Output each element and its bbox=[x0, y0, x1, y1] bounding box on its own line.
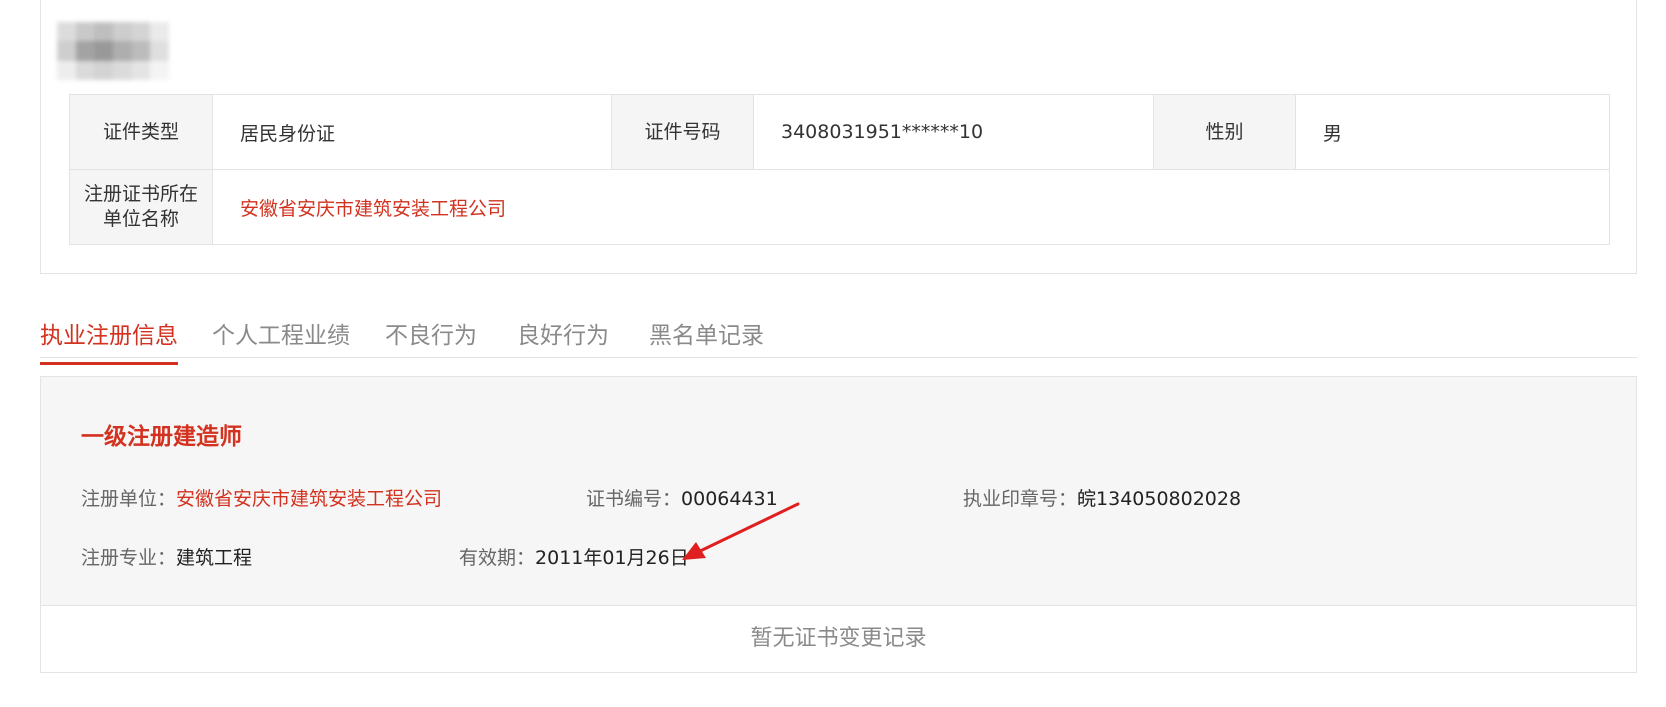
company-label: 注册证书所在 单位名称 bbox=[69, 169, 213, 245]
seal-number-field: 执业印章号：皖134050802028 bbox=[963, 484, 1241, 511]
validity-value: 2011年01月26日 bbox=[535, 547, 689, 569]
no-change-record-message: 暂无证书变更记录 bbox=[40, 606, 1637, 673]
profile-card: 证件类型 居民身份证 证件号码 3408031951******10 性别 男 … bbox=[40, 0, 1637, 274]
registration-panel: 一级注册建造师 注册单位：安徽省安庆市建筑安装工程公司 证书编号：0006443… bbox=[40, 376, 1637, 606]
page-root: 证件类型 居民身份证 证件号码 3408031951******10 性别 男 … bbox=[0, 0, 1666, 707]
id-number-label: 证件号码 bbox=[611, 94, 754, 170]
cert-number-field: 证书编号：00064431 bbox=[586, 484, 778, 511]
tab-blacklist[interactable]: 黑名单记录 bbox=[649, 316, 764, 362]
tab-bad-behavior[interactable]: 不良行为 bbox=[385, 316, 477, 362]
id-type-value: 居民身份证 bbox=[212, 94, 612, 170]
tab-registration-info[interactable]: 执业注册信息 bbox=[40, 316, 178, 365]
registered-unit-link[interactable]: 安徽省安庆市建筑安装工程公司 bbox=[176, 488, 442, 510]
tab-bar: 执业注册信息 个人工程业绩 不良行为 良好行为 黑名单记录 bbox=[40, 308, 1637, 365]
registered-unit-label: 注册单位： bbox=[81, 488, 177, 510]
gender-value: 男 bbox=[1295, 94, 1610, 170]
company-label-line2: 单位名称 bbox=[102, 208, 179, 230]
profile-info-table: 证件类型 居民身份证 证件号码 3408031951******10 性别 男 … bbox=[69, 94, 1610, 245]
company-label-line1: 注册证书所在 bbox=[83, 183, 198, 205]
table-row: 注册证书所在 单位名称 安徽省安庆市建筑安装工程公司 bbox=[69, 169, 1610, 245]
avatar bbox=[57, 22, 169, 80]
company-value-link[interactable]: 安徽省安庆市建筑安装工程公司 bbox=[212, 169, 1610, 245]
specialty-field: 注册专业：建筑工程 bbox=[81, 543, 252, 570]
table-row: 证件类型 居民身份证 证件号码 3408031951******10 性别 男 bbox=[69, 94, 1610, 170]
gender-label: 性别 bbox=[1153, 94, 1296, 170]
cert-number-value: 00064431 bbox=[681, 488, 778, 510]
registration-title: 一级注册建造师 bbox=[81, 424, 242, 450]
specialty-value: 建筑工程 bbox=[176, 547, 253, 569]
validity-label: 有效期： bbox=[459, 547, 536, 569]
id-type-label: 证件类型 bbox=[69, 94, 213, 170]
validity-field: 有效期：2011年01月26日 bbox=[459, 543, 689, 570]
id-number-value: 3408031951******10 bbox=[753, 94, 1154, 170]
seal-number-label: 执业印章号： bbox=[963, 488, 1078, 510]
registered-unit-field: 注册单位：安徽省安庆市建筑安装工程公司 bbox=[81, 484, 442, 511]
tab-personal-projects[interactable]: 个人工程业绩 bbox=[212, 316, 350, 362]
cert-number-label: 证书编号： bbox=[586, 488, 682, 510]
specialty-label: 注册专业： bbox=[81, 547, 177, 569]
seal-number-value: 皖134050802028 bbox=[1077, 488, 1242, 510]
tab-good-behavior[interactable]: 良好行为 bbox=[517, 316, 609, 362]
